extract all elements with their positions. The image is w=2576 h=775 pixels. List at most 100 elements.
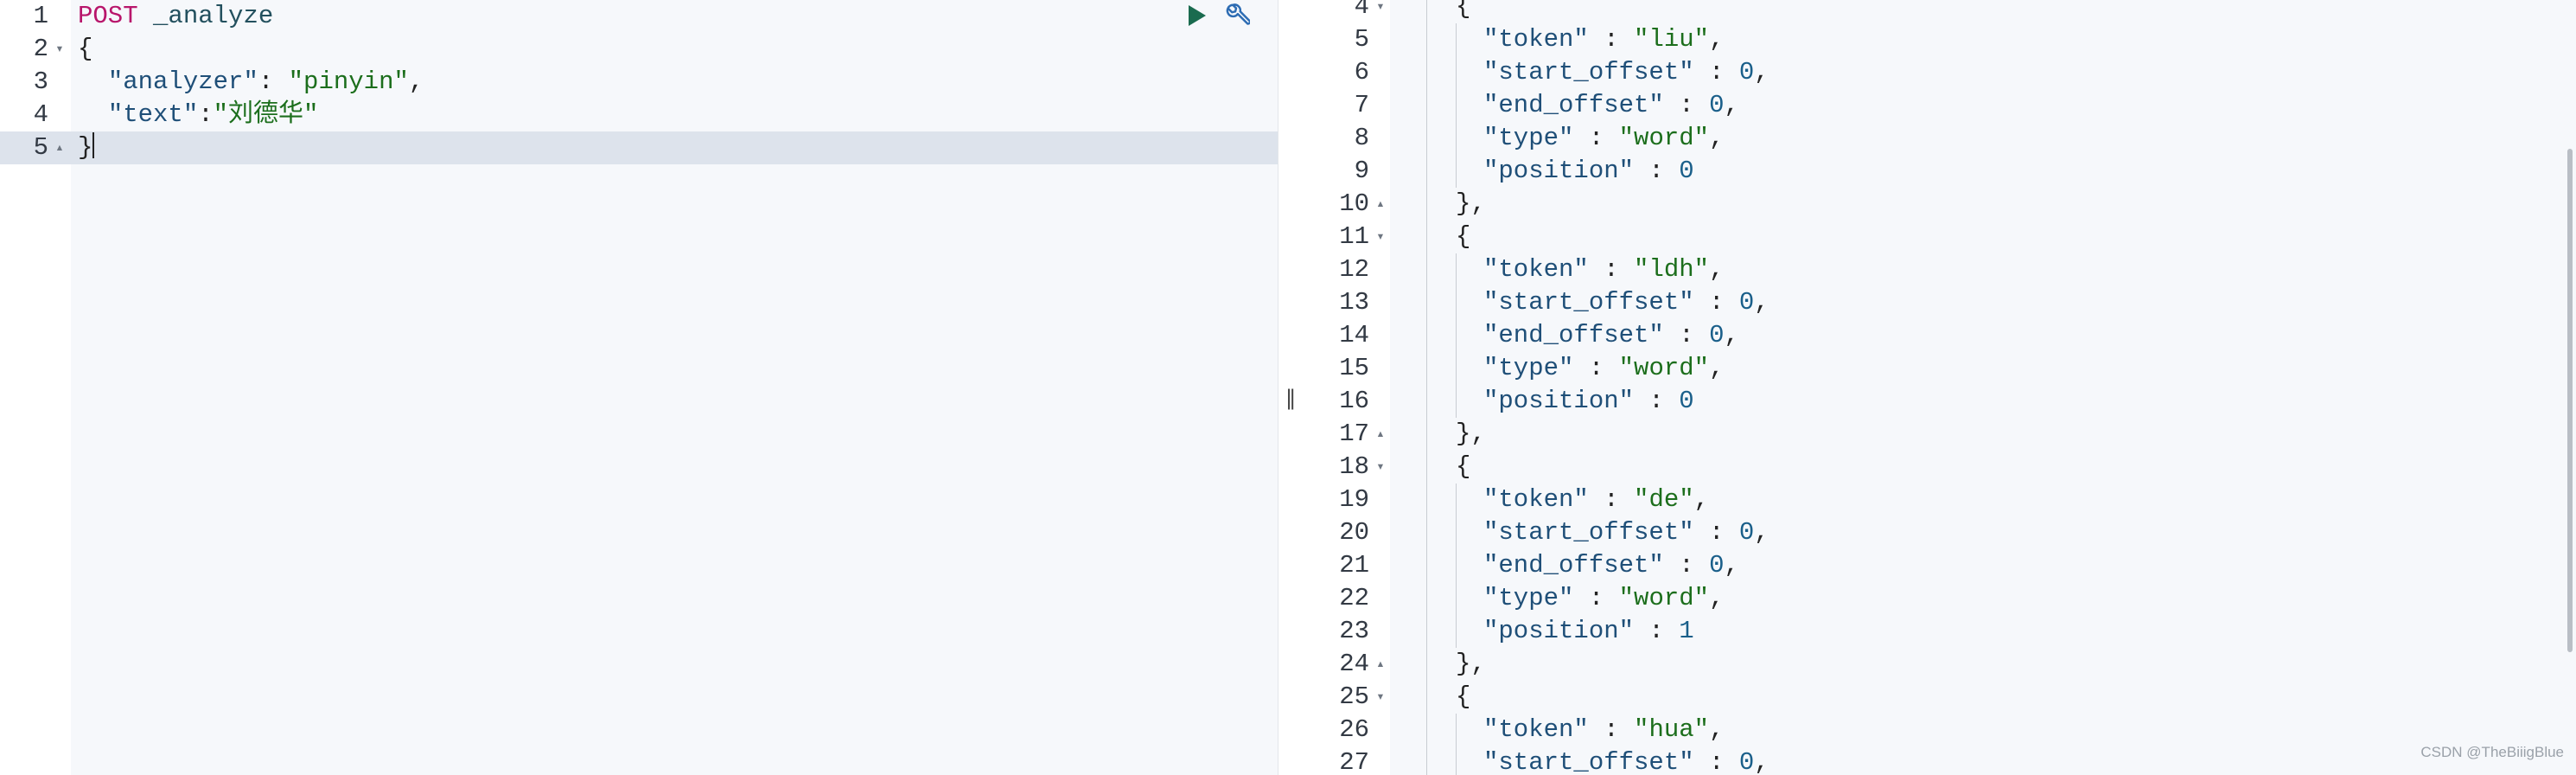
indent-guide [1456,23,1457,56]
indent-guide [1456,714,1457,746]
code-token: : [1573,354,1619,382]
fold-arrow-down-icon[interactable]: ▾ [1373,681,1388,714]
wrench-icon [1226,3,1250,25]
response-line: 9 "position" : 0 [1304,155,2576,188]
code-line: "end_offset" : 0, [1483,549,1739,582]
code-token: "ldh" [1634,255,1710,284]
indent-guide [1426,188,1427,221]
request-settings-button[interactable] [1222,2,1250,29]
indent-guide [1426,253,1427,286]
code-token: "position" [1483,617,1635,645]
fold-arrow-up-icon[interactable]: ▴ [1373,188,1388,221]
request-editor[interactable]: 1 POST _analyze 2 ▾ {3 "analyzer": "pinyin",… [0,0,1278,775]
response-line: 15 "type" : "word", [1304,352,2576,385]
code-line: "analyzer": "pinyin", [78,66,424,99]
code-token: : [1693,748,1739,775]
resize-handle[interactable]: || [1285,386,1296,410]
indent-guide [1456,56,1457,89]
response-line: 12 "token" : "ldh", [1304,253,2576,286]
code-line: "token" : "de", [1483,484,1709,516]
fold-arrow-down-icon[interactable]: ▾ [1373,451,1388,484]
code-token: "text" [107,100,199,129]
indent-guide [1426,615,1427,648]
code-token: { [78,35,93,63]
line-number: 22 [1339,584,1369,612]
line-number: 7 [1354,91,1369,119]
indent-guide [1426,56,1427,89]
indent-guide [1456,155,1457,188]
code-token: 1 [1679,617,1694,645]
code-line: { [1456,221,1470,253]
indent-guide [1456,253,1457,286]
editor-line[interactable]: 4 "text":"刘德华" [0,99,1278,131]
indent-guide [1426,549,1427,582]
code-line: "end_offset" : 0, [1483,319,1739,352]
indent-guide [1426,746,1427,775]
editor-line[interactable]: 3 "analyzer": "pinyin", [0,66,1278,99]
code-token: : [1693,288,1739,317]
code-token: }, [1456,189,1486,218]
fold-arrow-up-icon[interactable]: ▴ [52,131,67,164]
code-token: _analyze [153,2,274,30]
code-token: , [1709,124,1725,152]
code-line: "position" : 0 [1483,385,1694,418]
code-token: : [1693,518,1739,547]
fold-arrow-up-icon[interactable]: ▴ [1373,418,1388,451]
fold-arrow-down-icon[interactable]: ▾ [52,33,67,66]
code-line: { [1456,451,1470,484]
code-line: "type" : "word", [1483,582,1724,615]
code-line: }, [1456,188,1486,221]
code-token: , [1724,551,1739,580]
response-line: 16 "position" : 0 [1304,385,2576,418]
code-token: "type" [1483,124,1574,152]
code-line: "position" : 0 [1483,155,1694,188]
fold-arrow-down-icon[interactable]: ▾ [1373,0,1388,23]
code-token: : [198,100,214,129]
fold-arrow-down-icon[interactable]: ▾ [1373,221,1388,253]
indent-guide [1456,615,1457,648]
editor-line-active[interactable]: 5 ▴} [0,131,1278,164]
response-line: 19 "token" : "de", [1304,484,2576,516]
code-line: "start_offset" : 0, [1483,516,1769,549]
indent-guide [1426,451,1427,484]
code-token: "liu" [1634,25,1710,54]
code-token: 0 [1738,748,1755,775]
line-number: 14 [1339,321,1369,349]
response-line: 10 ▴}, [1304,188,2576,221]
pane-divider[interactable]: || [1278,0,1304,775]
editor-line[interactable]: 2 ▾ { [0,33,1278,66]
response-viewer[interactable]: 4 ▾{5 "token" : "liu", 6 "start_offset" : 0,… [1304,0,2576,775]
response-line: 27 "start_offset" : 0, [1304,746,2576,775]
line-number: 3 [33,67,48,96]
indent-guide [1426,122,1427,155]
fold-arrow-up-icon[interactable]: ▴ [1373,648,1388,681]
response-line: 14 "end_offset" : 0, [1304,319,2576,352]
indent-guide [1426,385,1427,418]
code-token: : [1634,387,1680,415]
indent-guide [1426,155,1427,188]
line-number: 4 [1354,0,1369,21]
code-token: { [1456,222,1471,251]
indent-guide [1426,221,1427,253]
indent-guide [1456,286,1457,319]
editor-line[interactable]: 1 POST _analyze [0,0,1278,33]
code-token: "analyzer" [107,67,258,96]
indent-guide [1456,319,1457,352]
response-scrollbar[interactable] [2567,149,2573,652]
line-number: 2 [33,35,48,63]
indent-guide [1426,484,1427,516]
code-line: "type" : "word", [1483,122,1724,155]
line-number: 15 [1339,354,1369,382]
response-line: 23 "position" : 1 [1304,615,2576,648]
indent-guide [1456,516,1457,549]
send-request-button[interactable] [1183,2,1210,29]
code-token: { [1456,0,1471,21]
line-number: 21 [1339,551,1369,580]
code-token: , [408,67,424,96]
response-line: 4 ▾ { [1304,0,2576,23]
code-token: "token" [1483,715,1589,744]
code-token: : [1663,551,1710,580]
indent-guide [1426,89,1427,122]
code-token: "position" [1483,157,1635,185]
